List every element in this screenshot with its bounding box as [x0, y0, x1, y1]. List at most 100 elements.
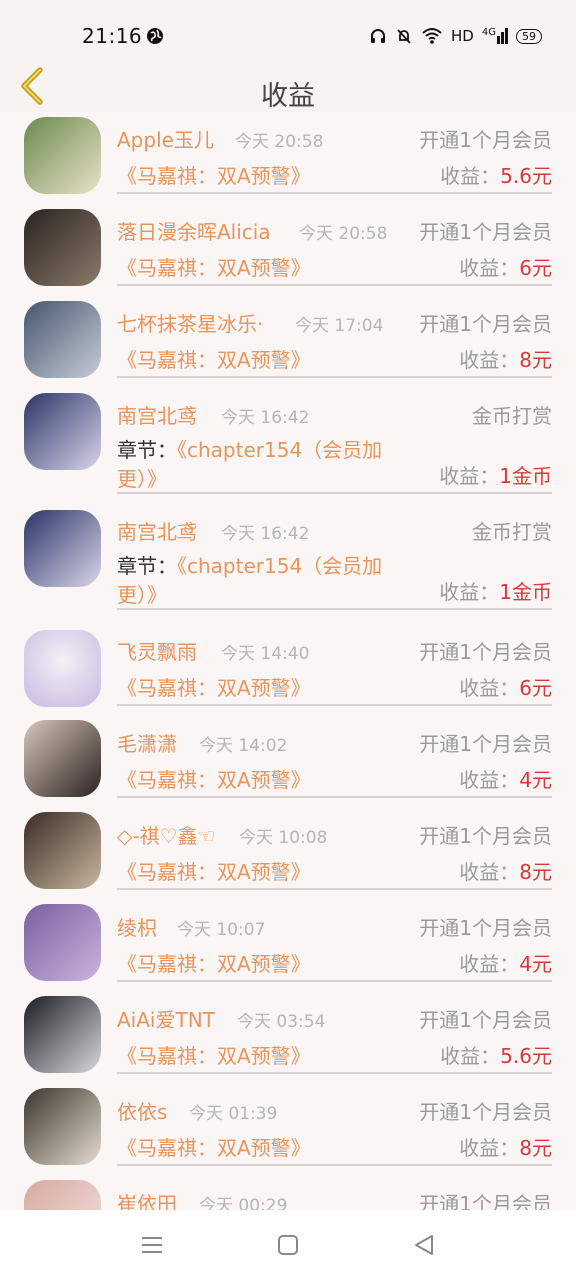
earnings: 收益：6元: [459, 252, 552, 281]
transaction-type: 金币打赏: [472, 404, 552, 428]
time-text: 今天 14:02: [199, 736, 288, 756]
earnings-list: Apple玉儿 今天 20:58 开通1个月会员 《马嘉祺：双A预警》 收益：5…: [0, 112, 576, 1210]
user-name: 依依s: [117, 1100, 168, 1124]
battery-indicator: 59: [516, 28, 542, 44]
divider: [117, 1164, 552, 1166]
divider: [117, 980, 552, 982]
divider: [117, 376, 552, 378]
bell-muted-icon: [397, 29, 411, 44]
divider: [117, 608, 552, 610]
user-name: 南宫北鸢: [117, 404, 197, 428]
user-name: 毛潇潇: [117, 732, 177, 756]
time-text: 今天 20:58: [235, 132, 324, 152]
earnings: 收益：5.6元: [440, 1040, 552, 1069]
list-item[interactable]: 飞灵飘雨 今天 14:40 开通1个月会员 《马嘉祺：双A预警》 收益：6元: [0, 620, 576, 712]
earnings: 收益：1金币: [439, 576, 552, 605]
avatar[interactable]: [24, 630, 101, 707]
status-icons: HD 4G 59: [369, 24, 542, 48]
time-text: 今天 16:42: [221, 408, 310, 428]
avatar[interactable]: [24, 904, 101, 981]
list-item[interactable]: 绫枳 今天 10:07 开通1个月会员 《马嘉祺：双A预警》 收益：4元: [0, 896, 576, 988]
list-item[interactable]: 崔依田 今天 00:29 开通1个月会员: [0, 1172, 576, 1210]
earnings-value: 1金币: [499, 464, 552, 488]
avatar[interactable]: [24, 510, 101, 587]
time-text: 今天 01:39: [189, 1104, 278, 1124]
avatar[interactable]: [24, 812, 101, 889]
transaction-type: 金币打赏: [472, 520, 552, 544]
avatar[interactable]: [24, 996, 101, 1073]
book-title: 《马嘉祺：双A预警》: [117, 256, 311, 280]
transaction-type: 开通1个月会员: [419, 220, 552, 244]
earnings-value: 8元: [519, 1136, 552, 1160]
earnings: 收益：5.6元: [440, 160, 552, 189]
earnings-value: 8元: [519, 860, 552, 884]
home-icon[interactable]: [274, 1232, 302, 1258]
list-item[interactable]: 落日漫余晖Alicia 今天 20:58 开通1个月会员 《马嘉祺：双A预警》 …: [0, 204, 576, 296]
earnings-label: 收益：: [459, 952, 520, 976]
signal-label: 4G: [481, 27, 496, 38]
list-item[interactable]: 南宫北鸢 今天 16:42 金币打赏 章节：《chapter154（会员加更）》…: [0, 504, 576, 620]
transaction-type: 开通1个月会员: [419, 312, 552, 336]
user-name: 绫枳: [117, 916, 157, 940]
globe-icon: [147, 28, 163, 44]
status-bar: 21:16 HD 4G 59: [0, 0, 576, 60]
transaction-type: 开通1个月会员: [419, 1192, 552, 1210]
list-item[interactable]: 南宫北鸢 今天 16:42 金币打赏 章节：《chapter154（会员加更）》…: [0, 388, 576, 504]
status-time: 21:16: [82, 24, 143, 48]
divider: [117, 796, 552, 798]
earnings-label: 收益：: [459, 256, 520, 280]
avatar[interactable]: [24, 117, 101, 194]
book-title: 《马嘉祺：双A预警》: [117, 1044, 311, 1068]
earnings: 收益：1金币: [439, 460, 552, 489]
list-item[interactable]: 毛潇潇 今天 14:02 开通1个月会员 《马嘉祺：双A预警》 收益：4元: [0, 712, 576, 804]
user-name: 落日漫余晖Alicia: [117, 220, 271, 244]
book-title: 《马嘉祺：双A预警》: [117, 164, 311, 188]
book-title: 《马嘉祺：双A预警》: [117, 952, 311, 976]
back-icon[interactable]: [410, 1232, 438, 1258]
headphones-icon: [371, 29, 386, 43]
chapter-label: 章节：: [117, 554, 177, 578]
avatar[interactable]: [24, 1180, 101, 1210]
time-text: 今天 16:42: [221, 524, 310, 544]
time-text: 今天 20:58: [299, 224, 388, 244]
transaction-type: 开通1个月会员: [419, 640, 552, 664]
avatar[interactable]: [24, 301, 101, 378]
chapter-info: 章节：《chapter154（会员加更）》: [117, 436, 417, 494]
user-name: 南宫北鸢: [117, 520, 197, 544]
chapter-label: 章节：: [117, 438, 177, 462]
avatar[interactable]: [24, 209, 101, 286]
divider: [117, 284, 552, 286]
avatar[interactable]: [24, 720, 101, 797]
time-text: 今天 10:07: [177, 920, 266, 940]
avatar[interactable]: [24, 393, 101, 470]
list-item[interactable]: ◇-祺♡鑫☜ 今天 10:08 开通1个月会员 《马嘉祺：双A预警》 收益：8元: [0, 804, 576, 896]
list-item[interactable]: AiAi爱TNT 今天 03:54 开通1个月会员 《马嘉祺：双A预警》 收益：…: [0, 988, 576, 1080]
divider: [117, 704, 552, 706]
transaction-type: 开通1个月会员: [419, 1008, 552, 1032]
earnings-label: 收益：: [440, 1044, 501, 1068]
avatar[interactable]: [24, 1088, 101, 1165]
system-nav-bar: [0, 1210, 576, 1280]
earnings-label: 收益：: [459, 1136, 520, 1160]
time-text: 今天 00:29: [199, 1196, 288, 1210]
list-item[interactable]: 依依s 今天 01:39 开通1个月会员 《马嘉祺：双A预警》 收益：8元: [0, 1080, 576, 1172]
earnings: 收益：4元: [459, 764, 552, 793]
divider: [117, 192, 552, 194]
earnings-label: 收益：: [440, 164, 501, 188]
wifi-icon: [422, 28, 442, 44]
time-text: 今天 17:04: [295, 316, 384, 336]
user-name: 飞灵飘雨: [117, 640, 197, 664]
signal-indicator: 4G: [482, 28, 508, 44]
menu-icon[interactable]: [138, 1232, 166, 1258]
user-name: 崔依田: [117, 1192, 177, 1210]
header: 收益: [0, 60, 576, 112]
earnings: 收益：8元: [459, 1132, 552, 1161]
transaction-type: 开通1个月会员: [419, 1100, 552, 1124]
earnings-value: 4元: [519, 768, 552, 792]
list-item[interactable]: 七杯抹茶星冰乐· 今天 17:04 开通1个月会员 《马嘉祺：双A预警》 收益：…: [0, 296, 576, 388]
divider: [117, 888, 552, 890]
list-item[interactable]: Apple玉儿 今天 20:58 开通1个月会员 《马嘉祺：双A预警》 收益：5…: [0, 112, 576, 204]
earnings-value: 6元: [519, 676, 552, 700]
page-title: 收益: [261, 81, 315, 112]
earnings-label: 收益：: [439, 580, 500, 604]
